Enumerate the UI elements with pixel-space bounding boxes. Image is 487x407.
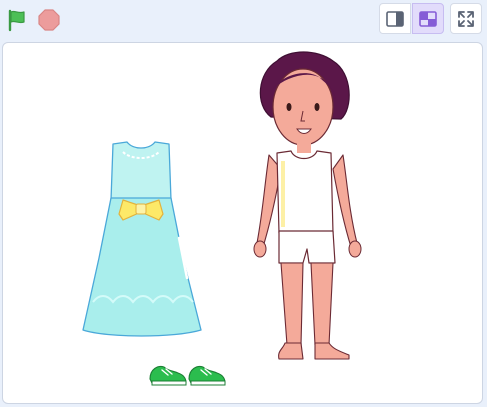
small-stage-button[interactable] <box>379 3 411 34</box>
left-sneaker-icon[interactable] <box>148 361 188 387</box>
stage[interactable] <box>2 42 483 404</box>
right-sneaker-icon[interactable] <box>187 361 227 387</box>
normal-stage-button[interactable] <box>412 3 444 34</box>
girl-sprite[interactable] <box>249 51 367 363</box>
small-stage-icon <box>386 11 404 27</box>
stage-toolbar <box>0 0 487 40</box>
normal-stage-icon <box>419 11 437 27</box>
green-flag-icon[interactable] <box>5 8 29 32</box>
fullscreen-icon <box>458 11 474 27</box>
stop-sign-icon[interactable] <box>37 8 61 32</box>
fullscreen-button[interactable] <box>450 3 482 34</box>
dress-sprite[interactable] <box>79 138 203 338</box>
